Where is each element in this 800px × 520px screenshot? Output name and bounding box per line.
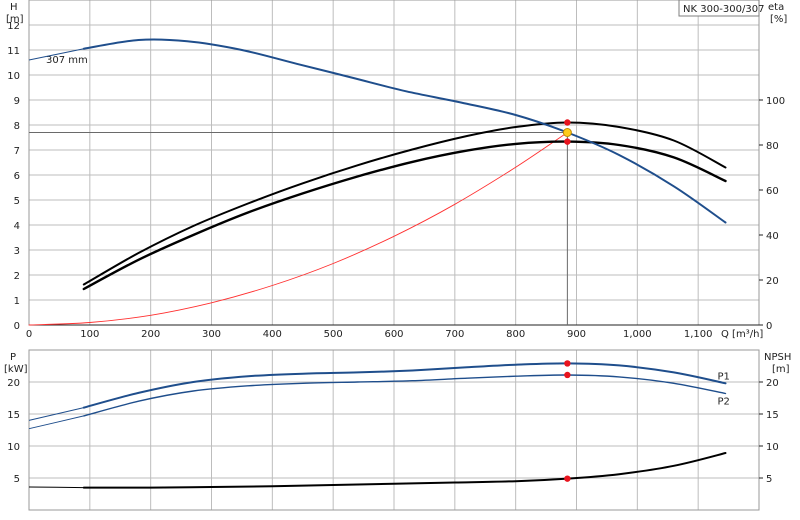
eta-tick-20: 20 <box>766 276 779 287</box>
npsh-curve-extrapolated <box>28 486 84 489</box>
eta-tick-100: 100 <box>766 96 785 107</box>
power-tick-10: 10 <box>7 442 20 453</box>
npsh-axis-unit: [m] <box>772 364 790 375</box>
head-tick-1: 1 <box>14 296 20 307</box>
eta1-duty-marker <box>564 119 571 126</box>
eta-axis-unit: [%] <box>770 14 787 25</box>
q-tick-1100: 1,100 <box>684 329 713 340</box>
npsh-axis-label: NPSH <box>764 352 791 363</box>
eta-axis-label: eta <box>768 2 784 13</box>
head-tick-10: 10 <box>7 71 20 82</box>
q-tick-200: 200 <box>141 329 160 340</box>
power-axis-label: P <box>10 352 16 363</box>
q-tick-400: 400 <box>263 329 282 340</box>
power-axis-unit: [kW] <box>4 364 28 375</box>
head-tick-9: 9 <box>14 96 20 107</box>
power-tick-15: 15 <box>7 410 20 421</box>
head-duty-marker <box>562 128 572 137</box>
head-tick-2: 2 <box>14 271 20 282</box>
q-tick-700: 700 <box>445 329 464 340</box>
head-tick-4: 4 <box>14 221 20 232</box>
eta-tick-60: 60 <box>766 186 779 197</box>
npsh-tick-5: 5 <box>766 474 772 485</box>
eta-tick-40: 40 <box>766 231 779 242</box>
chart-background <box>0 0 800 520</box>
p1-duty-marker <box>564 360 571 367</box>
top-markers <box>562 119 572 145</box>
head-axis-unit: [m] <box>6 14 24 25</box>
p2-series-label: P2 <box>718 397 730 408</box>
head-tick-3: 3 <box>14 246 20 257</box>
head-tick-6: 6 <box>14 171 20 182</box>
npsh-tick-20: 20 <box>766 378 779 389</box>
q-tick-500: 500 <box>324 329 343 340</box>
impeller-diameter-label: 307 mm <box>46 55 88 66</box>
npsh-duty-marker <box>564 475 571 482</box>
npsh-tick-10: 10 <box>766 442 779 453</box>
head-tick-11: 11 <box>7 46 20 57</box>
head-axis-label: H <box>10 2 18 13</box>
p1-series-label: P1 <box>718 371 730 382</box>
power-tick-20: 20 <box>7 378 20 389</box>
model-label: NK 300-300/307 <box>683 4 764 15</box>
head-tick-0: 0 <box>14 321 20 332</box>
q-tick-1000: 1,000 <box>623 329 652 340</box>
eta-tick-0: 0 <box>766 321 772 332</box>
q-axis-label: Q [m³/h] <box>721 329 763 340</box>
q-tick-600: 600 <box>384 329 403 340</box>
head-tick-7: 7 <box>14 146 20 157</box>
npsh-tick-15: 15 <box>766 410 779 421</box>
q-tick-800: 800 <box>506 329 525 340</box>
q-tick-300: 300 <box>202 329 221 340</box>
eta2-duty-marker <box>564 138 571 145</box>
head-tick-5: 5 <box>14 196 20 207</box>
p2-duty-marker <box>564 371 571 379</box>
eta-tick-80: 80 <box>766 141 779 152</box>
q-tick-0: 0 <box>26 329 32 340</box>
q-tick-900: 900 <box>567 329 586 340</box>
power-tick-5: 5 <box>14 474 20 485</box>
pump-performance-chart: 0123456789101112 020406080100 0 100 200 300… <box>0 0 800 520</box>
q-tick-100: 100 <box>80 329 99 340</box>
head-tick-8: 8 <box>14 121 20 132</box>
